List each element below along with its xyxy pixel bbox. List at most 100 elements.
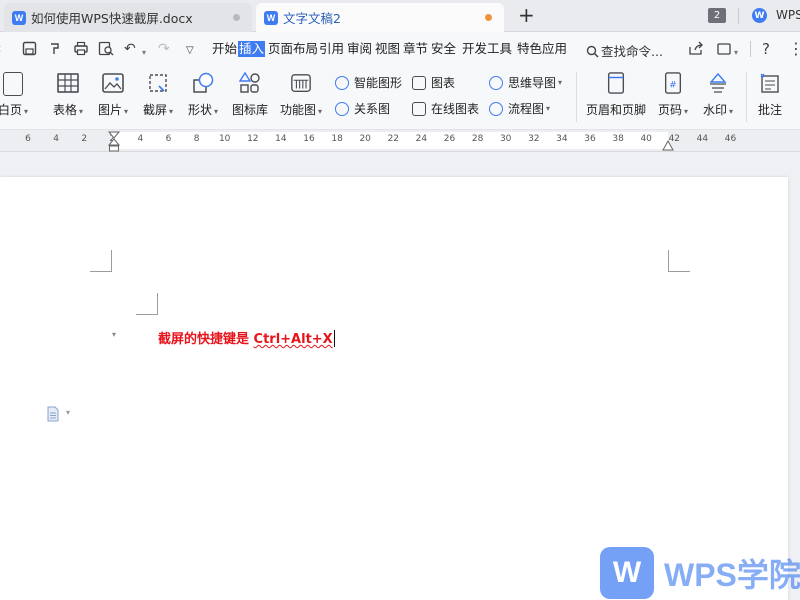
ruler-tick-label: 4: [137, 134, 144, 144]
ruler-tick-label: 6: [165, 134, 172, 144]
online-chart-label: 在线图表: [431, 102, 480, 116]
screenshot-button[interactable]: 截屏 ▾: [140, 66, 176, 126]
tab-document-2[interactable]: W 文字文稿2: [256, 3, 504, 32]
ribbon-divider: [746, 72, 747, 122]
relation-label: 关系图: [354, 102, 391, 116]
document-text-line[interactable]: 截屏的快捷键是 Ctrl+Alt+X: [158, 328, 336, 347]
document-nav-icon[interactable]: [46, 406, 60, 422]
shape-icon: [193, 72, 214, 93]
text-cursor: [333, 330, 336, 347]
flowchart-icon: [489, 101, 503, 116]
smart-shape-icon: [335, 75, 349, 90]
save-icon[interactable]: [22, 41, 37, 56]
ribbon-insert: 白页 ▾ 表格 ▾ 图片 ▾ 截屏 ▾ 形状 ▾ 图标库 功能图 ▾ 智能图形 关系图 图表…: [0, 66, 800, 130]
menu-developer-tools[interactable]: 开发工具: [462, 41, 512, 57]
flowchart-button[interactable]: 流程图 ▾: [489, 100, 550, 117]
sync-icon[interactable]: [716, 41, 732, 56]
share-icon[interactable]: [688, 41, 704, 56]
divider: [738, 8, 739, 24]
relation-button[interactable]: 关系图: [335, 100, 390, 117]
icon-library-button[interactable]: 图标库: [230, 66, 270, 126]
tab-document-1[interactable]: W 如何使用WPS快速截屏.docx: [4, 3, 252, 32]
ruler-tick-label: 14: [275, 134, 287, 144]
print-preview-icon[interactable]: [98, 41, 114, 56]
watermark-icon: [709, 72, 727, 93]
ruler-tick-label: 46: [724, 134, 737, 144]
paragraph-handle-icon[interactable]: ▾: [112, 330, 116, 339]
blank-page-button[interactable]: 白页 ▾: [0, 66, 32, 126]
menu-references[interactable]: 引用: [319, 41, 344, 57]
chart-button[interactable]: 图表: [412, 74, 455, 91]
unsaved-dot-icon[interactable]: [485, 14, 492, 21]
icon-library-label: 图标库: [231, 103, 268, 117]
page-number-icon: #: [664, 72, 682, 94]
ruler-tick-label: 36: [584, 134, 596, 144]
sync-dropdown-icon[interactable]: ▾: [734, 45, 738, 61]
menu-home[interactable]: 开始: [212, 41, 237, 57]
comment-button[interactable]: 批注: [752, 66, 788, 126]
header-footer-icon: [607, 72, 625, 94]
ruler-tick-label: 10: [218, 134, 231, 144]
ruler-tick-label: 4: [53, 134, 59, 144]
search-label: 查找命令...: [601, 44, 663, 59]
mind-map-button[interactable]: 思维导图 ▾: [489, 74, 562, 91]
wps-logo-icon: W: [752, 8, 767, 23]
picture-button[interactable]: 图片 ▾: [95, 66, 131, 126]
blank-page-icon: [3, 72, 23, 96]
function-chart-button[interactable]: 功能图 ▾: [277, 66, 325, 126]
ruler-tick-label: 20: [359, 134, 371, 144]
command-search[interactable]: 查找命令...: [586, 41, 663, 60]
page-number-button[interactable]: # 页码 ▾: [653, 66, 693, 126]
menu-insert[interactable]: 插入: [238, 41, 266, 57]
smart-shape-button[interactable]: 智能图形: [335, 74, 402, 91]
undo-dropdown-icon[interactable]: ▾: [142, 45, 146, 61]
comment-icon: [760, 73, 779, 93]
online-chart-icon: [412, 101, 426, 116]
shape-button[interactable]: 形状 ▾: [185, 66, 221, 126]
watermark-label: 水印: [702, 103, 727, 117]
chart-label: 图表: [431, 76, 456, 90]
document-nav-dropdown-icon[interactable]: ▾: [66, 408, 70, 417]
menu-chapter[interactable]: 章节: [403, 41, 428, 57]
ruler-tick-label: 8: [193, 134, 200, 144]
redo-icon[interactable]: ↷: [158, 41, 170, 57]
wps-writer-icon: W: [264, 10, 278, 25]
table-button[interactable]: 表格 ▾: [50, 66, 86, 126]
customize-dropdown-icon[interactable]: ▽: [186, 43, 194, 59]
more-icon[interactable]: ⋮: [788, 41, 800, 57]
document-page[interactable]: ▾ 截屏的快捷键是 Ctrl+Alt+X: [0, 177, 788, 600]
ruler-tick-label: 40: [640, 134, 652, 144]
indent-marker-icon[interactable]: [108, 131, 120, 152]
brand-label[interactable]: WPS: [776, 8, 800, 22]
ruler-tick-label: 30: [499, 134, 512, 144]
mind-map-icon: [489, 75, 503, 90]
print-icon[interactable]: [73, 41, 89, 56]
menu-special-apps[interactable]: 特色应用: [517, 41, 567, 57]
menu-view[interactable]: 视图: [375, 41, 400, 57]
right-indent-marker-icon[interactable]: [662, 138, 674, 152]
new-tab-button[interactable]: +: [518, 5, 535, 25]
window-count-badge[interactable]: 2: [708, 8, 726, 23]
watermark-button[interactable]: 水印 ▾: [698, 66, 738, 126]
ruler-tick-label: 16: [303, 134, 315, 144]
online-chart-button[interactable]: 在线图表: [412, 100, 479, 117]
ruler-tick-label: 38: [612, 134, 624, 144]
close-dot-icon[interactable]: [233, 14, 240, 21]
help-icon[interactable]: ?: [762, 41, 770, 57]
horizontal-ruler[interactable]: 6 4 2 2 4 6 8 10 12 14 16 18 20 22 24 26 28 30 32 34 36 38 40 4…: [0, 130, 800, 152]
ruler-tick-label: 6: [25, 134, 31, 144]
menu-review[interactable]: 审阅: [347, 41, 372, 57]
screenshot-label: 截屏: [142, 103, 167, 117]
tab-title: 如何使用WPS快速截屏.docx: [31, 11, 193, 26]
menu-page-layout[interactable]: 页面布局: [268, 41, 318, 57]
undo-icon[interactable]: ↶: [124, 41, 136, 57]
comment-label: 批注: [757, 103, 782, 117]
header-footer-button[interactable]: 页眉和页脚: [583, 66, 649, 126]
menu-expand-icon[interactable]: ‹: [0, 41, 2, 57]
shape-label: 形状: [187, 103, 212, 117]
menu-security[interactable]: 安全: [431, 41, 456, 57]
flowchart-label: 流程图: [508, 102, 545, 116]
mind-map-label: 思维导图: [508, 76, 557, 90]
ribbon-divider: [576, 72, 577, 122]
format-painter-icon[interactable]: [48, 41, 63, 56]
